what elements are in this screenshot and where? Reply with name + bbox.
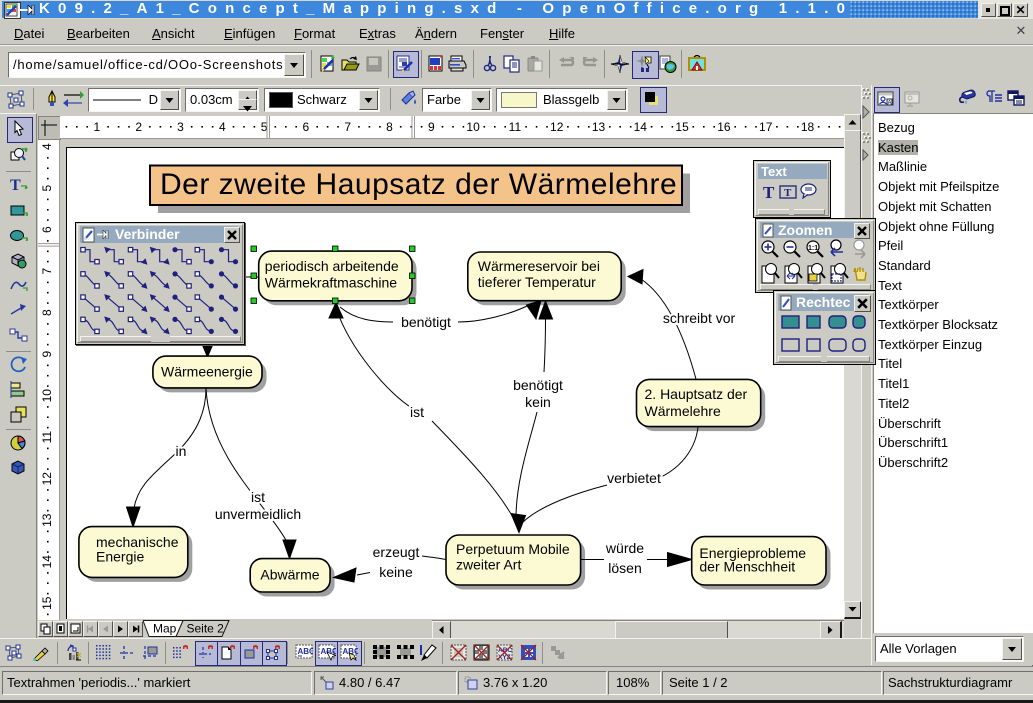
svg-text:ist: ist [251,489,265,505]
svg-text:in: in [176,443,187,459]
svg-text:Der zweite Haupsatz der Wärmel: Der zweite Haupsatz der Wärmelehre [160,168,677,201]
svg-text:Energie: Energie [96,549,144,565]
svg-text:Abwärme: Abwärme [260,567,319,583]
svg-text:ist: ist [410,404,424,420]
svg-text:16: 16 [717,120,731,134]
svg-text:2. Hauptsatz der: 2. Hauptsatz der [645,386,748,402]
svg-text:Wärmeenergie: Wärmeenergie [161,363,253,379]
svg-text:5: 5 [40,185,54,192]
svg-text:Perpetuum Mobile: Perpetuum Mobile [456,541,570,557]
svg-text:Wärmereservoir bei: Wärmereservoir bei [478,258,600,274]
svg-text:9: 9 [40,351,54,358]
svg-text:13: 13 [592,120,606,134]
svg-text:unvermeidlich: unvermeidlich [215,506,301,522]
svg-text:18: 18 [801,120,815,134]
svg-text:17: 17 [759,120,773,134]
svg-text:1: 1 [94,120,101,134]
svg-text:9: 9 [428,120,435,134]
svg-text:tieferer Temperatur: tieferer Temperatur [478,274,596,290]
svg-text:14: 14 [634,120,648,134]
svg-text:ABC: ABC [298,647,314,656]
svg-text:8: 8 [40,309,54,316]
svg-text:10: 10 [40,389,54,403]
svg-text:benötigt: benötigt [513,377,563,393]
svg-text:12: 12 [40,472,54,486]
svg-text:15: 15 [40,596,54,610]
svg-text:6: 6 [40,226,54,233]
svg-text:der Menschheit: der Menschheit [699,559,795,575]
svg-text:3: 3 [177,120,184,134]
svg-text:periodisch arbeitende: periodisch arbeitende [265,258,399,274]
svg-text:Seite 2: Seite 2 [187,622,225,636]
svg-text:kein: kein [525,394,551,410]
svg-text:7: 7 [344,120,351,134]
svg-text:T: T [784,187,792,199]
svg-text:4: 4 [40,143,54,150]
svg-text:Wärmekraftmaschine: Wärmekraftmaschine [265,275,397,291]
svg-text:11: 11 [40,431,54,444]
svg-text:10: 10 [466,120,480,134]
svg-text:benötigt: benötigt [401,314,451,330]
svg-text:4: 4 [219,120,226,134]
svg-text:15: 15 [675,120,689,134]
svg-text:Map: Map [153,622,177,636]
svg-text:1:1: 1:1 [808,245,818,252]
svg-text:6: 6 [303,120,310,134]
svg-text:T: T [763,183,775,200]
svg-text:14: 14 [40,555,54,569]
svg-text:A: A [888,101,892,107]
svg-text:erzeugt: erzeugt [373,544,420,560]
svg-text:schreibt vor: schreibt vor [663,310,736,326]
svg-text:2: 2 [135,120,142,134]
svg-text:verbietet: verbietet [607,470,661,486]
svg-text:7: 7 [40,268,54,275]
svg-text:Wärmelehre: Wärmelehre [645,403,721,419]
svg-text:8: 8 [386,120,393,134]
svg-text:keine: keine [379,564,413,580]
svg-text:zweiter Art: zweiter Art [456,557,521,573]
svg-text:12: 12 [550,120,564,134]
svg-text:würde: würde [605,540,644,556]
svg-text:lösen: lösen [608,560,641,576]
svg-text:13: 13 [40,513,54,527]
svg-text:T: T [10,177,21,194]
svg-text:11: 11 [509,120,522,134]
